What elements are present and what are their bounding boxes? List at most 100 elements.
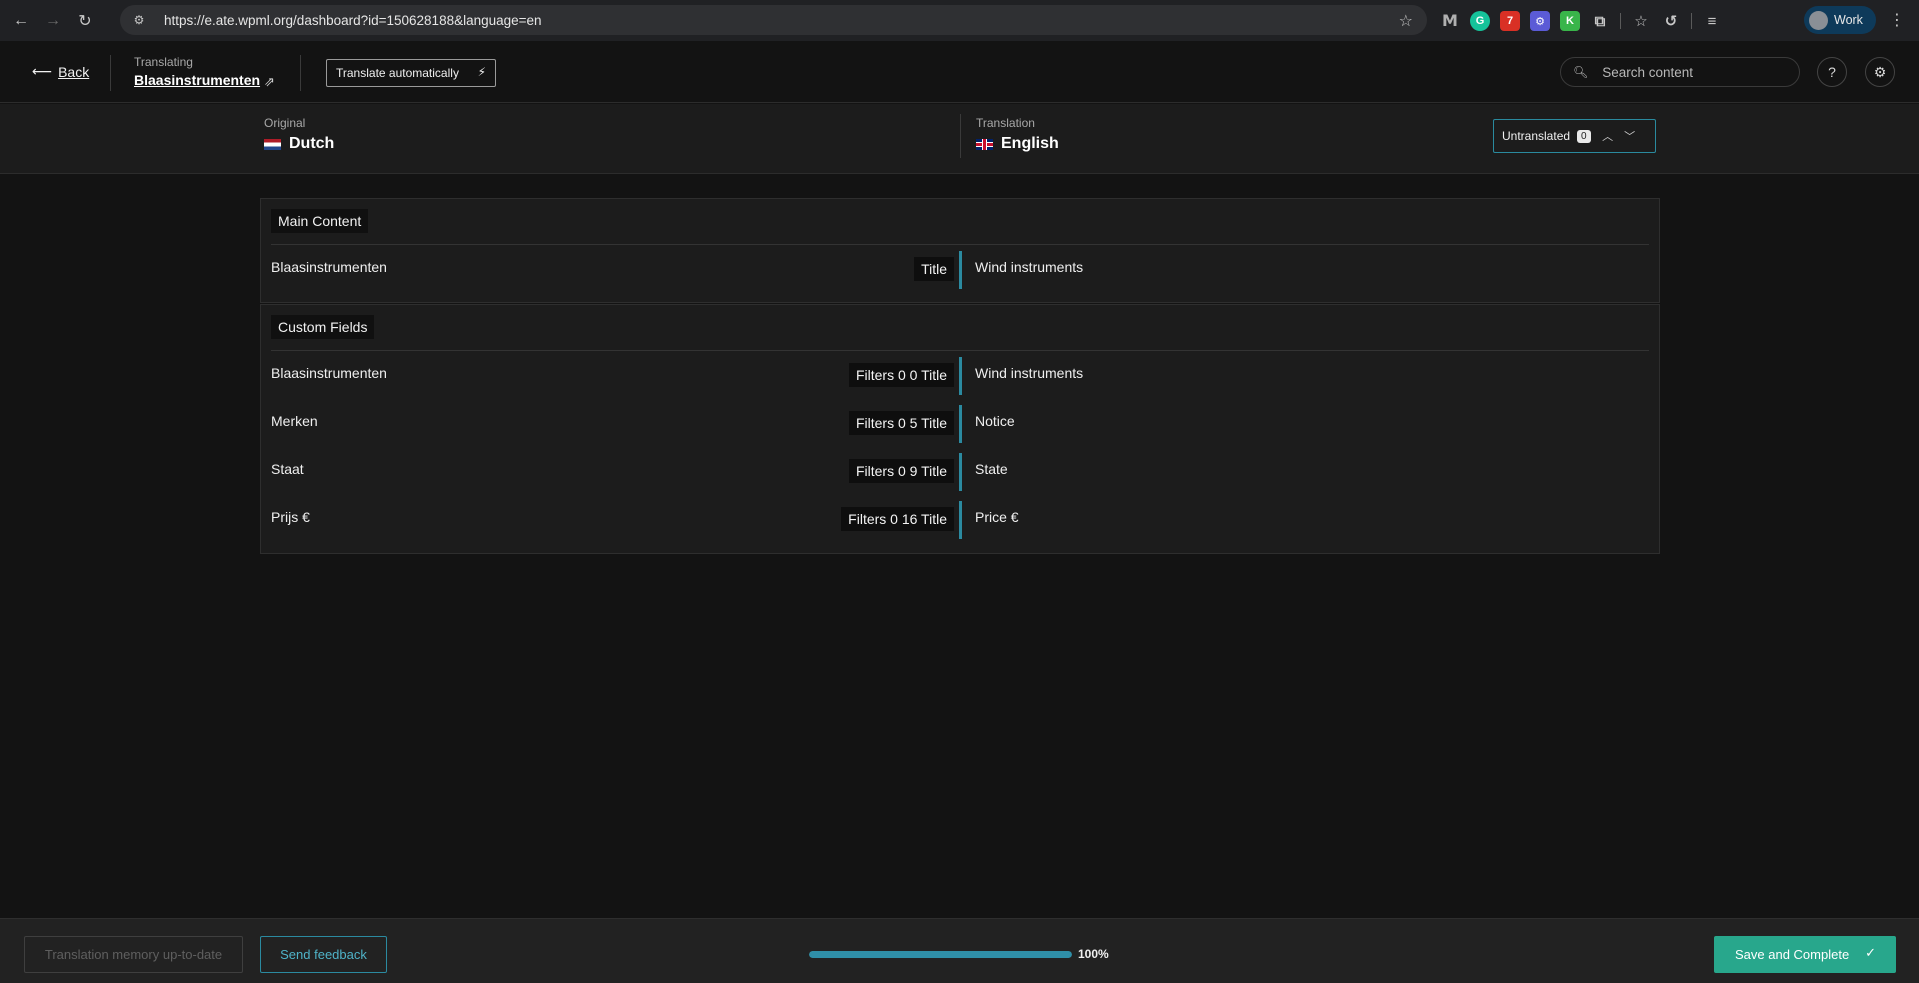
- forward-arrow-icon[interactable]: →: [42, 10, 64, 32]
- progress-bar: [809, 951, 1072, 958]
- extensions-bar: Ⅿ G 7 ⚙ K ⧉ ☆ ↺ ≡: [1440, 8, 1722, 34]
- translation-language-name-row: English: [976, 135, 1059, 153]
- bookmark-star-icon[interactable]: ☆: [1399, 11, 1413, 31]
- search-icon: 🔍︎: [1573, 65, 1589, 79]
- untranslated-count-badge: 0: [1577, 129, 1591, 143]
- search-input[interactable]: [1602, 64, 1793, 80]
- back-arrow-icon[interactable]: ←: [10, 10, 32, 32]
- translation-memory-button[interactable]: Translation memory up-to-date: [24, 936, 243, 973]
- translation-row[interactable]: Blaasinstrumenten Filters 0 0 Title Wind…: [261, 351, 1659, 399]
- document-title-link[interactable]: Blaasinstrumenten: [134, 72, 260, 88]
- help-icon[interactable]: ?: [1817, 57, 1847, 87]
- language-bar: Original Dutch Translation English Untra…: [0, 104, 1919, 174]
- translating-label: Translating: [134, 55, 193, 69]
- netherlands-flag-icon: [264, 138, 281, 150]
- app-header: ⟵ Back Translating Blaasinstrumenten ⇗ T…: [0, 41, 1919, 103]
- check-icon: ✓: [1865, 945, 1876, 960]
- untranslated-label: Untranslated: [1502, 129, 1571, 143]
- target-text[interactable]: Price €: [975, 509, 1019, 525]
- progress-percent: 100%: [1078, 947, 1109, 961]
- field-tag: Filters 0 5 Title: [848, 411, 954, 435]
- translation-language-name: English: [1001, 135, 1059, 152]
- grammarly-icon[interactable]: G: [1470, 11, 1490, 31]
- target-text[interactable]: Wind instruments: [975, 365, 1083, 381]
- chevron-down-icon[interactable]: ﹀: [1621, 127, 1639, 145]
- search-content-field[interactable]: 🔍︎: [1560, 57, 1800, 87]
- progress-fill: [809, 951, 1072, 958]
- field-tag: Filters 0 0 Title: [848, 363, 954, 387]
- translate-automatically-button[interactable]: Translate automatically ⚡: [326, 59, 496, 87]
- save-and-complete-button[interactable]: Save and Complete ✓: [1714, 936, 1896, 973]
- calendar-extension-icon[interactable]: 7: [1500, 11, 1520, 31]
- bookmarks-icon[interactable]: ☆: [1631, 11, 1651, 31]
- malwarebytes-icon[interactable]: Ⅿ: [1440, 11, 1460, 31]
- header-divider: [110, 55, 111, 91]
- k-extension-letter: K: [1566, 15, 1574, 27]
- translate-automatically-label: Translate automatically: [336, 66, 459, 80]
- row-status-bar: [959, 251, 962, 289]
- original-language: Original Dutch: [264, 116, 334, 153]
- translation-row[interactable]: Prijs € Filters 0 16 Title Price €: [261, 495, 1659, 543]
- media-controls-icon[interactable]: ≡: [1702, 11, 1722, 31]
- translation-row[interactable]: Staat Filters 0 9 Title State: [261, 447, 1659, 495]
- section-title: Custom Fields: [271, 315, 375, 339]
- send-feedback-button[interactable]: Send feedback: [260, 936, 387, 973]
- row-status-bar: [959, 453, 962, 491]
- row-status-bar: [959, 357, 962, 395]
- original-language-name-row: Dutch: [264, 135, 334, 153]
- source-text: Blaasinstrumenten: [271, 259, 387, 275]
- source-text: Merken: [271, 413, 318, 429]
- gear-extension-icon[interactable]: ⚙: [1530, 11, 1550, 31]
- uk-flag-icon: [976, 138, 993, 150]
- translation-language: Translation English: [976, 116, 1059, 153]
- field-tag: Filters 0 9 Title: [848, 459, 954, 483]
- row-status-bar: [959, 501, 962, 539]
- section-header: Main Content: [271, 209, 1649, 245]
- header-divider: [300, 55, 301, 91]
- address-bar[interactable]: ⚙ https://e.ate.wpml.org/dashboard?id=15…: [120, 5, 1427, 35]
- source-text: Prijs €: [271, 509, 310, 525]
- section-main-content: Main Content Blaasinstrumenten Title Win…: [260, 198, 1660, 303]
- profile-name: Work: [1834, 13, 1863, 27]
- translation-row[interactable]: Merken Filters 0 5 Title Notice: [261, 399, 1659, 447]
- save-label: Save and Complete: [1735, 947, 1850, 962]
- k-extension-icon[interactable]: K: [1560, 11, 1580, 31]
- avatar: [1809, 10, 1828, 30]
- settings-gear-icon[interactable]: ⚙: [1865, 57, 1895, 87]
- back-link[interactable]: ⟵ Back: [32, 63, 89, 80]
- source-text: Blaasinstrumenten: [271, 365, 387, 381]
- field-tag: Filters 0 16 Title: [841, 507, 954, 531]
- field-tag: Title: [914, 257, 954, 281]
- translation-row[interactable]: Blaasinstrumenten Title Wind instruments: [261, 245, 1659, 293]
- row-status-bar: [959, 405, 962, 443]
- reload-icon[interactable]: ↻: [74, 10, 96, 32]
- history-icon[interactable]: ↺: [1661, 11, 1681, 31]
- arrow-left-icon: ⟵: [32, 63, 53, 79]
- chevron-up-icon[interactable]: ︿: [1599, 127, 1617, 145]
- toolbar-divider: [1620, 13, 1621, 29]
- lightning-icon: ⚡: [477, 65, 486, 79]
- url-text[interactable]: https://e.ate.wpml.org/dashboard?id=1506…: [164, 13, 542, 28]
- profile-button[interactable]: Work: [1804, 6, 1876, 34]
- original-language-name: Dutch: [289, 135, 335, 152]
- extensions-puzzle-icon[interactable]: ⧉: [1590, 11, 1610, 31]
- footer-bar: Translation memory up-to-date Send feedb…: [0, 918, 1919, 983]
- section-title: Main Content: [271, 209, 369, 233]
- calendar-badge: 7: [1506, 15, 1514, 27]
- language-divider: [960, 114, 961, 158]
- target-text[interactable]: Wind instruments: [975, 259, 1083, 275]
- external-link-icon[interactable]: ⇗: [264, 74, 275, 90]
- source-text: Staat: [271, 461, 304, 477]
- browser-toolbar: ← → ↻ ⚙ https://e.ate.wpml.org/dashboard…: [0, 0, 1919, 41]
- back-label: Back: [58, 63, 90, 80]
- target-text[interactable]: Notice: [975, 413, 1015, 429]
- section-header: Custom Fields: [271, 315, 1649, 351]
- original-caption: Original: [264, 116, 306, 130]
- untranslated-navigator: Untranslated 0 ︿ ﹀: [1493, 119, 1656, 153]
- translation-caption: Translation: [976, 116, 1035, 130]
- target-text[interactable]: State: [975, 461, 1008, 477]
- browser-menu-icon[interactable]: ⋮: [1889, 10, 1905, 30]
- site-info-icon[interactable]: ⚙: [130, 11, 148, 29]
- toolbar-divider: [1691, 13, 1692, 29]
- section-custom-fields: Custom Fields Blaasinstrumenten Filters …: [260, 304, 1660, 554]
